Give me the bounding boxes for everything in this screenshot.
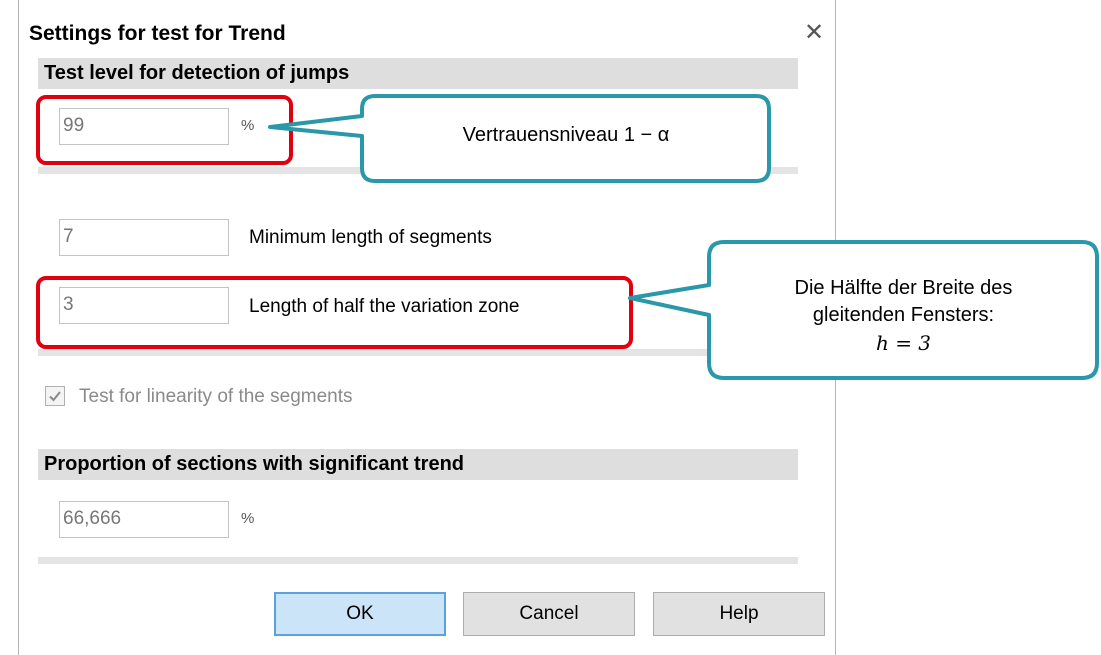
confidence-callout-text: Vertrauensniveau 1 − α	[462, 124, 670, 146]
callout-overlay	[268, 94, 1099, 380]
window-callout-line2: gleitenden Fensters:	[812, 304, 995, 326]
window-callout-line3: h = 3	[875, 331, 932, 355]
window-callout-line1: Die Hälfte der Breite des	[794, 277, 1013, 299]
